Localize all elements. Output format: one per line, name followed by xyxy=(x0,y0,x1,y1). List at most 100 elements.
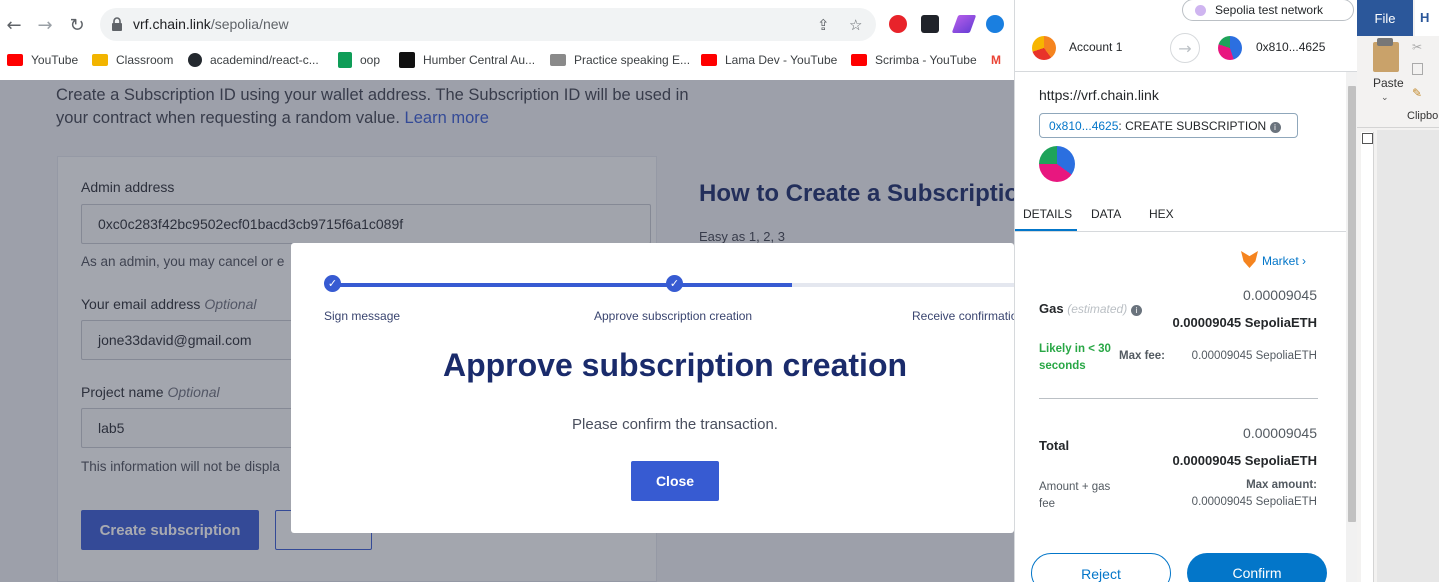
bookmark-label: Classroom xyxy=(116,53,174,67)
adblock-extension-icon[interactable] xyxy=(889,15,907,33)
lock-icon xyxy=(112,17,122,31)
network-selector[interactable]: Sepolia test network xyxy=(1182,0,1354,21)
word-window: File H Paste ⌄ ✂ ✎ Clipbo xyxy=(1357,0,1439,582)
url-host: vrf.chain.link xyxy=(133,16,211,32)
tab-details[interactable]: DETAILS xyxy=(1023,207,1072,221)
share-icon[interactable]: ⇪ xyxy=(817,16,830,34)
scrollbar-thumb[interactable] xyxy=(1348,86,1356,522)
tab-stop-selector-icon[interactable] xyxy=(1362,133,1373,144)
amount-gas-fee-label: Amount + gas fee xyxy=(1039,479,1110,513)
page-content: Create a Subscription ID using your wall… xyxy=(0,80,1014,582)
method-badge[interactable]: 0x810...4625: CREATE SUBSCRIPTION i xyxy=(1039,113,1298,138)
address-bar[interactable]: vrf.chain.link/sepolia/new ⇪ ☆ xyxy=(100,8,876,41)
bookmark-classroom[interactable]: Classroom xyxy=(92,49,173,71)
clipboard-clip-icon xyxy=(1377,38,1393,46)
step-sign-message: Sign message xyxy=(324,309,401,323)
tab-hex[interactable]: HEX xyxy=(1149,207,1174,221)
feather-extension-icon[interactable] xyxy=(951,15,977,33)
confirm-button[interactable]: Confirm xyxy=(1187,553,1327,582)
gas-estimated: (estimated) xyxy=(1067,302,1128,316)
gas-info-icon[interactable]: i xyxy=(1130,305,1142,316)
total-divider xyxy=(1039,398,1318,399)
step-2-check-icon: ✓ xyxy=(666,275,683,292)
arrow-right-icon: → xyxy=(1170,33,1200,63)
paste-dropdown-icon[interactable]: ⌄ xyxy=(1381,92,1389,103)
metamask-popup: Sepolia test network Account 1 → 0x810..… xyxy=(1014,0,1357,582)
market-link[interactable]: Market › xyxy=(1262,254,1306,268)
copy-icon[interactable] xyxy=(1412,63,1423,75)
tab-data[interactable]: DATA xyxy=(1091,207,1121,221)
bookmark-lama-dev[interactable]: Lama Dev - YouTube xyxy=(701,49,837,71)
youtube-icon xyxy=(701,54,717,66)
ribbon-divider xyxy=(1357,127,1439,128)
reject-button[interactable]: Reject xyxy=(1031,553,1171,582)
url-text: vrf.chain.link/sepolia/new xyxy=(133,16,289,32)
metamask-fox-icon xyxy=(1241,251,1258,268)
tab-divider xyxy=(1015,231,1346,232)
bookmark-youtube[interactable]: YouTube xyxy=(7,49,78,71)
account-name: Account 1 xyxy=(1069,40,1123,54)
bookmark-label: Humber Central Au... xyxy=(423,53,536,67)
url-path: /sepolia/new xyxy=(210,16,289,32)
humber-icon xyxy=(399,52,415,68)
close-button[interactable]: Close xyxy=(631,461,719,501)
browser-chrome: ← → ↻ vrf.chain.link/sepolia/new ⇪ ☆ You… xyxy=(0,0,1014,80)
modal-subtitle: Please confirm the transaction. xyxy=(572,416,778,433)
bookmark-gmail[interactable]: M xyxy=(991,49,1001,71)
cut-icon[interactable]: ✂ xyxy=(1412,40,1422,54)
forward-arrow-icon[interactable]: → xyxy=(33,13,57,37)
bookmark-humber[interactable]: Humber Central Au... xyxy=(399,49,535,71)
vertical-ruler xyxy=(1361,132,1374,582)
contract-avatar xyxy=(1039,146,1075,182)
bookmark-scrimba[interactable]: Scrimba - YouTube xyxy=(851,49,977,71)
account-row: Account 1 → 0x810...4625 xyxy=(1015,22,1357,72)
back-arrow-icon[interactable]: ← xyxy=(2,13,26,37)
file-tab[interactable]: File xyxy=(1357,0,1413,36)
max-amount-value: 0.00009045 SepoliaETH xyxy=(1191,496,1317,508)
bookmark-academind[interactable]: academind/react-c... xyxy=(188,49,319,71)
bookmark-label: Lama Dev - YouTube xyxy=(725,53,838,67)
scrollbar[interactable] xyxy=(1346,72,1357,582)
bookmark-label: academind/react-c... xyxy=(210,53,319,67)
gas-label: Gas (estimated) i xyxy=(1039,301,1142,316)
step-approve-creation: Approve subscription creation xyxy=(594,309,753,323)
account-avatar xyxy=(1032,36,1056,60)
progress-fill xyxy=(332,283,792,287)
paste-icon[interactable] xyxy=(1373,42,1399,72)
max-fee-label: Max fee: xyxy=(1119,350,1166,362)
total-value: 0.00009045 xyxy=(1243,425,1317,441)
bookmark-label: Scrimba - YouTube xyxy=(875,53,977,67)
bookmark-label: oop xyxy=(360,53,381,67)
reload-icon[interactable]: ↻ xyxy=(65,13,89,37)
origin-url: https://vrf.chain.link xyxy=(1039,87,1159,103)
info-icon[interactable]: i xyxy=(1269,122,1281,133)
bookmark-label: Practice speaking E... xyxy=(574,53,691,67)
react-devtools-icon[interactable] xyxy=(921,15,939,33)
sheets-icon xyxy=(338,52,352,68)
document-area[interactable] xyxy=(1377,130,1439,582)
amount-gas-line-1: Amount + gas xyxy=(1039,481,1111,493)
gmail-icon: M xyxy=(991,53,1001,67)
bookmark-oop[interactable]: oop xyxy=(338,49,380,71)
likely-time: Likely in < 30 seconds xyxy=(1039,341,1111,375)
clipboard-group-label: Clipbo xyxy=(1407,110,1439,122)
shazam-extension-icon[interactable] xyxy=(986,15,1004,33)
youtube-icon xyxy=(851,54,867,66)
gas-value: 0.00009045 xyxy=(1243,287,1317,303)
modal-title: Approve subscription creation xyxy=(442,347,908,383)
format-painter-icon[interactable]: ✎ xyxy=(1412,86,1422,100)
bookmark-star-icon[interactable]: ☆ xyxy=(849,16,862,34)
max-fee-value: 0.00009045 SepoliaETH xyxy=(1191,350,1317,362)
bookmark-practice[interactable]: Practice speaking E... xyxy=(550,49,690,71)
likely-line-1: Likely in < 30 xyxy=(1039,343,1111,355)
recipient-address[interactable]: 0x810...4625 xyxy=(1256,40,1325,54)
max-amount-label: Max amount: xyxy=(1246,479,1317,491)
home-tab[interactable]: H xyxy=(1415,0,1439,36)
step-1-check-icon: ✓ xyxy=(324,275,341,292)
total-value-eth: 0.00009045 SepoliaETH xyxy=(1172,453,1317,468)
total-label: Total xyxy=(1039,438,1070,453)
paste-label[interactable]: Paste xyxy=(1373,76,1404,90)
market-label: Market xyxy=(1262,254,1299,268)
gas-value-eth: 0.00009045 SepoliaETH xyxy=(1172,315,1317,330)
youtube-icon xyxy=(7,54,23,66)
